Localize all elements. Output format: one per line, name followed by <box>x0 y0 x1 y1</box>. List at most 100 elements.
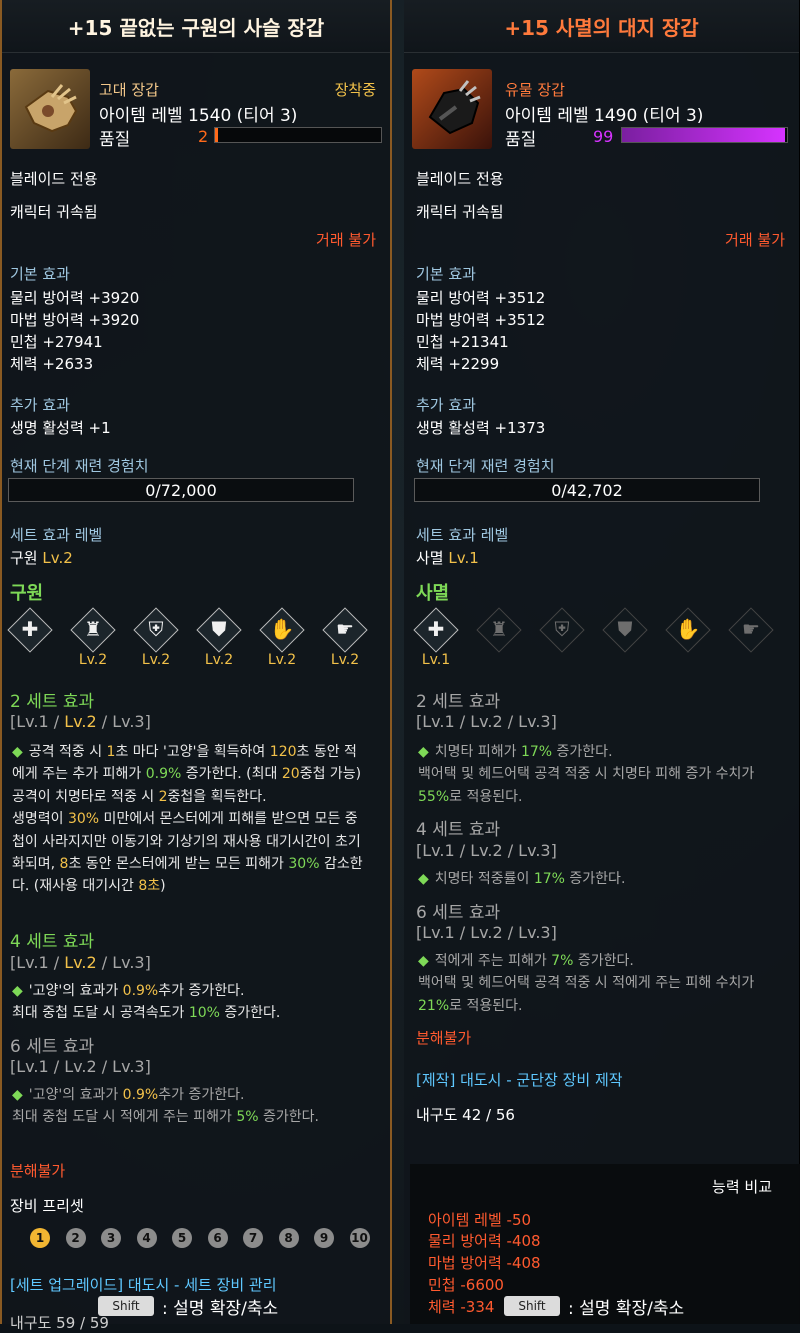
set-level-heading: 세트 효과 레벨 <box>416 526 509 544</box>
desc-text: 적에게 주는 피해가 <box>434 953 552 969</box>
compare-line: 마법 방어력 -408 <box>428 1254 541 1272</box>
glove-icon: ✋ <box>675 617 701 641</box>
set-level-name: 구원 <box>10 549 38 567</box>
shoulder-armor-icon: ⛨ <box>148 617 164 641</box>
desc-text: 중첩 가능) <box>299 766 362 783</box>
desc-num: 120 <box>269 744 297 760</box>
desc-text: 증가한다. <box>564 871 626 887</box>
basic-effect-line: 마법 방어력 +3512 <box>416 311 546 329</box>
disassemble-status: 분해불가 <box>10 1162 66 1180</box>
set-piece-level: Lv.2 <box>78 652 108 668</box>
refine-exp-heading: 현재 단계 재련 경험치 <box>416 457 555 475</box>
set-piece-level: Lv.2 <box>141 652 171 668</box>
extra-effect-heading: 추가 효과 <box>10 396 70 414</box>
lv-text: / Lv.3] <box>96 712 151 731</box>
desc-num: 30% <box>67 811 100 828</box>
set-level-value: 사멸 Lv.1 <box>416 547 479 568</box>
lv-text: [Lv.1 / <box>10 953 65 972</box>
set-piece-level: Lv.1 <box>421 652 451 668</box>
desc-text: 추가 증가한다. <box>158 1087 245 1103</box>
equipped-item-tooltip: +15 끝없는 구원의 사슬 장갑 고대 장갑 장착중 아이템 레벨 1540 … <box>0 0 392 1332</box>
set-level-value: 구원 Lv.2 <box>10 547 73 568</box>
desc-num: 30% <box>288 856 320 873</box>
desc-num: 17% <box>520 744 553 760</box>
preset-button-7[interactable]: 7 <box>243 1228 263 1248</box>
compare-line: 체력 -334 <box>428 1298 495 1316</box>
desc-text: 증가한다. <box>219 1005 281 1022</box>
bullet-icon: ◆ <box>418 953 429 969</box>
preset-heading: 장비 프리셋 <box>10 1197 84 1215</box>
quality-bar <box>214 127 382 143</box>
item-title: +15 사멸의 대지 장갑 <box>404 0 799 53</box>
preset-button-6[interactable]: 6 <box>207 1228 228 1248</box>
preset-button-5[interactable]: 5 <box>172 1228 192 1248</box>
boots-icon: ☛ <box>336 617 354 641</box>
basic-effect-line: 물리 방어력 +3512 <box>416 289 546 307</box>
trade-status: 거래 불가 <box>725 231 785 249</box>
set6-heading: 6 세트 효과 <box>416 903 501 923</box>
helmet-icon: ♜ <box>490 617 508 641</box>
quality-value: 99 <box>593 127 614 146</box>
glove-set-icon: ✚ <box>427 617 445 641</box>
durability: 내구도 59 / 59 <box>10 1314 109 1332</box>
item-grade: 고대 장갑 <box>99 81 159 99</box>
set-level-lv: Lv.1 <box>448 549 479 567</box>
basic-effect-line: 체력 +2633 <box>10 355 94 373</box>
basic-effect-line: 체력 +2299 <box>416 355 500 373</box>
set-piece-slot: ✚ <box>7 607 53 653</box>
desc-text: 치명타 적중률이 <box>434 871 534 887</box>
lv-active: Lv.2 <box>64 953 97 972</box>
set-piece-slot: ⛨ Lv.2 <box>133 607 179 668</box>
sword-icon: ✚ <box>21 617 39 641</box>
lv-text: [Lv.1 / <box>10 712 65 731</box>
desc-text: 공격이 치명타로 적중 시 <box>12 788 159 805</box>
desc-text: 백어택 및 헤드어택 공격 적중 시 적에게 주는 피해 수치가 <box>418 975 755 992</box>
set2-description: ◆ 치명타 피해가 17% 증가한다. 백어택 및 헤드어택 공격 적중 시 치명… <box>418 741 778 808</box>
set6-description: ◆ '고양'의 효과가 0.9%추가 증가한다. 최대 중첩 도달 시 적에게 주… <box>12 1084 364 1129</box>
extra-effect-line: 생명 활성력 +1 <box>10 419 111 437</box>
preset-button-2[interactable]: 2 <box>65 1228 86 1248</box>
set2-heading: 2 세트 효과 <box>10 692 95 712</box>
durability: 내구도 42 / 56 <box>416 1106 515 1124</box>
glove-icon: ✋ <box>269 617 295 641</box>
desc-num: 2 <box>158 788 168 805</box>
set-level-lv: Lv.2 <box>42 549 73 567</box>
shift-hint: : 설명 확장/축소 <box>162 1299 279 1319</box>
chest-armor-icon: ⛊ <box>617 617 633 641</box>
refine-exp-heading: 현재 단계 재련 경험치 <box>10 457 149 475</box>
preset-button-3[interactable]: 3 <box>101 1228 121 1248</box>
set-piece-slot: ✚ Lv.1 <box>413 607 459 668</box>
chest-armor-icon: ⛊ <box>211 617 227 641</box>
craft-link[interactable]: [제작] 대도시 - 군단장 장비 제작 <box>416 1069 623 1090</box>
preset-button-9[interactable]: 9 <box>314 1228 334 1248</box>
set-upgrade-link[interactable]: [세트 업그레이드] 대도시 - 세트 장비 관리 <box>10 1274 277 1295</box>
set-piece-slot: ☛ Lv.2 <box>322 607 368 668</box>
set4-heading: 4 세트 효과 <box>416 820 501 840</box>
desc-text: 중첩을 획득한다. <box>167 788 267 805</box>
set-piece-level: Lv.2 <box>267 652 297 668</box>
bound-status: 캐릭터 귀속됨 <box>10 203 98 221</box>
preset-button-4[interactable]: 4 <box>136 1228 157 1248</box>
set-level-heading: 세트 효과 레벨 <box>10 526 103 544</box>
preset-button-1[interactable]: 1 <box>30 1228 50 1248</box>
boots-icon: ☛ <box>742 617 760 641</box>
set-level-name: 사멸 <box>416 549 444 567</box>
set-piece-slot: ♜ Lv.2 <box>70 607 116 668</box>
set-piece-slot: ✋ <box>665 607 711 653</box>
set4-levels: [Lv.1 / Lv.2 / Lv.3] <box>10 953 151 972</box>
preset-button-10[interactable]: 10 <box>349 1228 370 1248</box>
preset-button-8[interactable]: 8 <box>278 1228 299 1248</box>
desc-text: 추가 증가한다. <box>158 983 245 999</box>
desc-text: 초 마다 '고양'을 획득하여 <box>115 744 270 760</box>
compare-line: 물리 방어력 -408 <box>428 1232 541 1250</box>
shift-hint: : 설명 확장/축소 <box>568 1299 685 1319</box>
set2-heading: 2 세트 효과 <box>416 692 501 712</box>
set6-levels: [Lv.1 / Lv.2 / Lv.3] <box>10 1057 151 1076</box>
basic-effect-heading: 기본 효과 <box>10 265 70 283</box>
helmet-icon: ♜ <box>84 617 102 641</box>
desc-num: 0.9% <box>122 1087 159 1103</box>
quality-label: 품질 <box>505 130 537 150</box>
set6-description: ◆ 적에게 주는 피해가 7% 증가한다. 백어택 및 헤드어택 공격 적중 시 … <box>418 950 778 1017</box>
basic-effect-line: 마법 방어력 +3920 <box>10 311 140 329</box>
quality-label: 품질 <box>99 130 131 150</box>
